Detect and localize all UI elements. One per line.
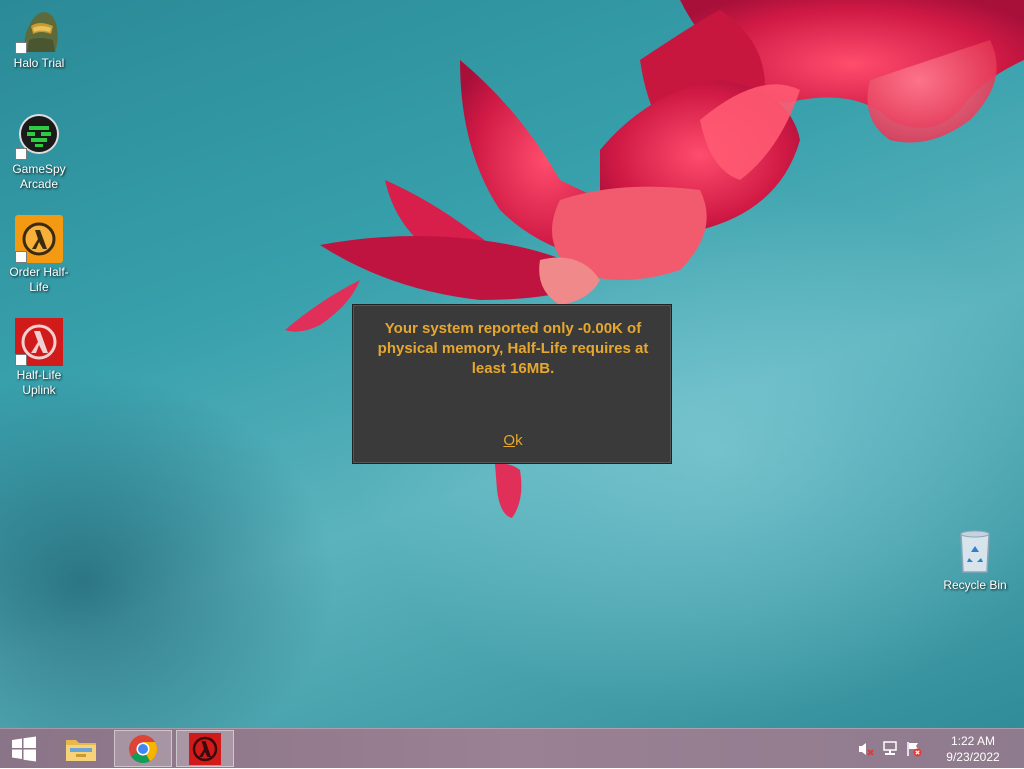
desktop-icon-label: Recycle Bin	[943, 578, 1007, 592]
desktop-icon-label: Half-Life Uplink	[16, 368, 62, 397]
taskbar-chrome[interactable]	[114, 730, 172, 767]
clock[interactable]: 1:22 AM 9/23/2022	[938, 733, 1008, 765]
network-icon[interactable]	[882, 741, 898, 757]
start-button[interactable]	[0, 730, 48, 767]
taskbar: 1:22 AM 9/23/2022	[0, 728, 1024, 768]
ok-button[interactable]: Ok	[483, 429, 543, 451]
desktop-icon-label: Halo Trial	[13, 56, 65, 70]
desktop-icon-label: Order Half-Life	[9, 265, 69, 294]
halo-icon	[15, 6, 63, 54]
action-center-flag-icon[interactable]	[906, 741, 922, 757]
speaker-muted-icon[interactable]	[858, 741, 874, 757]
recycle-bin-icon	[951, 528, 999, 576]
desktop-icon-half-life-uplink[interactable]: Half-Life Uplink	[1, 318, 77, 398]
desktop-icon-gamespy-arcade[interactable]: GameSpy Arcade	[1, 112, 77, 192]
taskbar-file-explorer[interactable]	[52, 730, 110, 767]
shortcut-arrow-icon	[15, 354, 27, 366]
desktop-icon-label: GameSpy Arcade	[12, 162, 66, 191]
dialog-message: Your system reported only -0.00K of phys…	[377, 320, 649, 377]
system-tray: 1:22 AM 9/23/2022	[854, 729, 1024, 769]
taskbar-half-life[interactable]	[176, 730, 234, 767]
shortcut-arrow-icon	[15, 251, 27, 263]
desktop[interactable]: Halo Trial GameSpy Arcade Order Half-Lif…	[0, 0, 1024, 728]
half-life-uplink-icon	[15, 318, 63, 366]
shortcut-arrow-icon	[15, 148, 27, 160]
folder-icon	[66, 739, 96, 761]
half-life-icon	[189, 732, 221, 765]
windows-logo-icon	[12, 736, 36, 761]
ok-mnemonic: O	[503, 431, 516, 449]
clock-date: 9/23/2022	[946, 750, 1000, 764]
clock-time: 1:22 AM	[950, 734, 996, 748]
ok-label-rest: k	[515, 431, 523, 449]
half-life-order-icon	[15, 215, 63, 263]
gamespy-icon	[15, 112, 63, 160]
error-dialog: Your system reported only -0.00K of phys…	[352, 304, 672, 464]
desktop-icon-halo-trial[interactable]: Halo Trial	[1, 6, 77, 71]
desktop-icon-order-half-life[interactable]: Order Half-Life	[1, 215, 77, 295]
shortcut-arrow-icon	[15, 42, 27, 54]
desktop-icon-recycle-bin[interactable]: Recycle Bin	[937, 528, 1013, 593]
chrome-icon	[129, 734, 157, 763]
